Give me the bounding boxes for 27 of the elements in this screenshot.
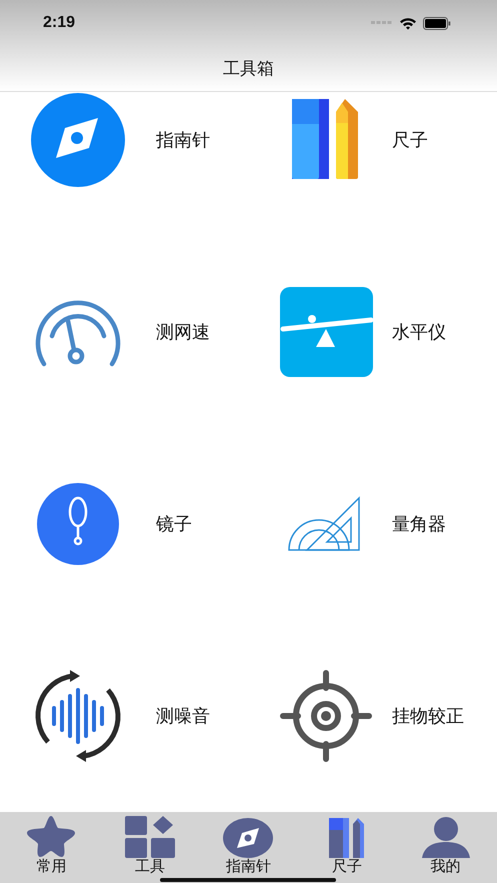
mirror-icon[interactable]	[37, 483, 119, 565]
grid-icon	[124, 816, 175, 858]
tool-label[interactable]: 镜子	[156, 512, 192, 536]
battery-icon	[423, 16, 451, 30]
ruler-icon	[329, 818, 366, 858]
tab-item[interactable]: 指南针	[200, 818, 296, 875]
tool-label[interactable]: 量角器	[392, 512, 446, 536]
tool-label[interactable]: 测网速	[156, 320, 210, 344]
crosshair-icon[interactable]	[280, 670, 372, 762]
compass-icon[interactable]	[31, 93, 125, 187]
tab-item[interactable]: 我的	[398, 816, 494, 875]
ruler-icon[interactable]	[292, 99, 360, 181]
tab-item[interactable]: 尺子	[299, 818, 396, 875]
tool-label[interactable]: 测噪音	[156, 704, 210, 728]
tool-label[interactable]: 水平仪	[392, 320, 446, 344]
tool-label[interactable]: 指南针	[156, 128, 210, 152]
compass-icon	[223, 818, 274, 858]
star-icon	[25, 814, 78, 858]
tool-label[interactable]: 尺子	[392, 128, 428, 152]
tab-item[interactable]: 工具	[102, 816, 198, 875]
tool-label[interactable]: 挂物较正	[392, 704, 464, 728]
seesaw-icon[interactable]	[280, 287, 372, 377]
status-time: 2:19	[43, 14, 76, 32]
tab-item[interactable]: 常用	[3, 814, 100, 875]
wifi-icon	[399, 16, 417, 30]
nav-title: 工具箱	[223, 58, 274, 80]
person-icon	[420, 816, 471, 858]
